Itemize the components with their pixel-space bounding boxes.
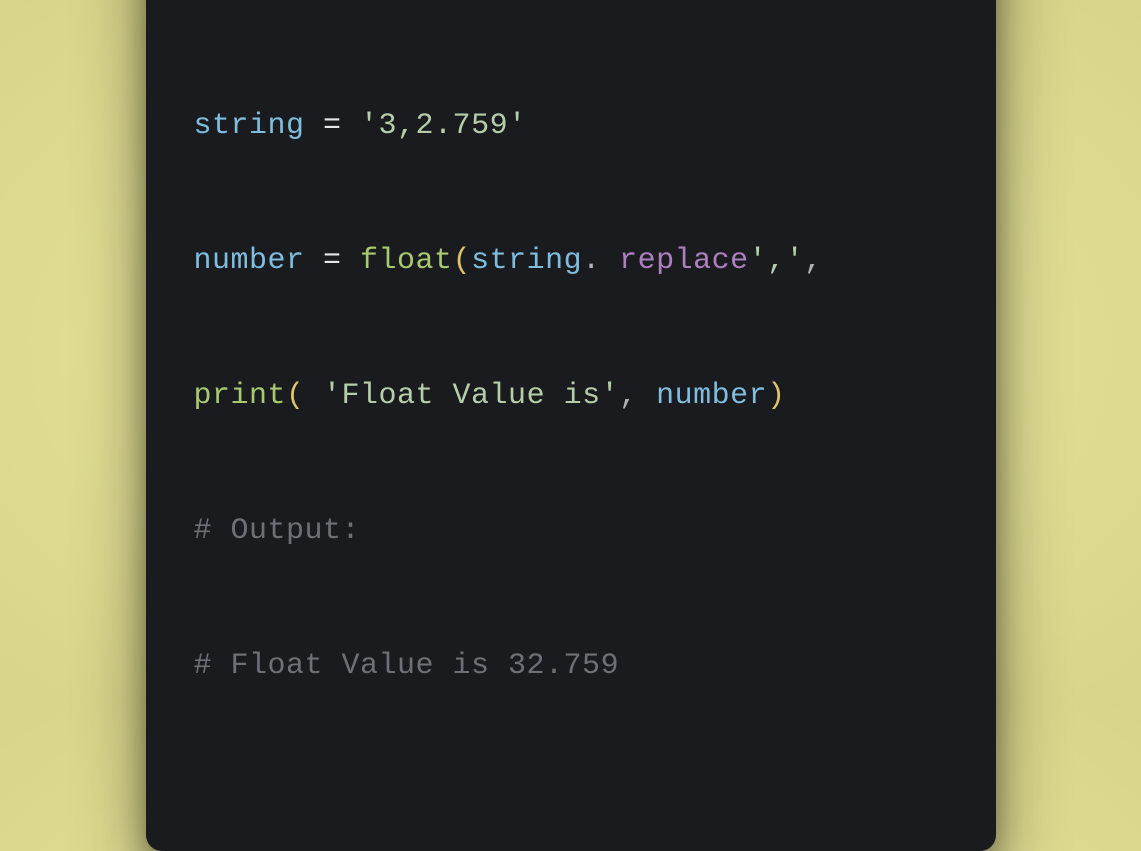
token-variable: number (656, 379, 767, 413)
code-line-2: number = float(string. replace',', (194, 239, 948, 284)
token-method: replace (601, 244, 749, 278)
code-block: string = '3,2.759' number = float(string… (194, 14, 948, 779)
token-comment: # Output: (194, 514, 361, 548)
token-punct: , (619, 379, 656, 413)
code-line-4: # Output: (194, 509, 948, 554)
token-variable: number (194, 244, 305, 278)
code-line-3: print( 'Float Value is', number) (194, 374, 948, 419)
token-paren: ( (286, 379, 323, 413)
token-function: float (360, 244, 453, 278)
token-variable: string (194, 109, 305, 143)
token-operator: = (305, 244, 361, 278)
token-operator: = (305, 109, 361, 143)
token-paren: ) (767, 379, 786, 413)
code-window: string = '3,2.759' number = float(string… (146, 0, 996, 851)
code-line-5: # Float Value is 32.759 (194, 644, 948, 689)
token-string: 'Float Value is' (323, 379, 619, 413)
token-punct: . (582, 244, 601, 278)
token-string: ',' (749, 244, 805, 278)
token-string: '3,2.759' (360, 109, 527, 143)
token-comment: # Float Value is 32.759 (194, 649, 620, 683)
token-punct: , (804, 244, 823, 278)
code-line-1: string = '3,2.759' (194, 104, 948, 149)
token-variable: string (471, 244, 582, 278)
token-function: print (194, 379, 287, 413)
token-paren: ( (453, 244, 472, 278)
